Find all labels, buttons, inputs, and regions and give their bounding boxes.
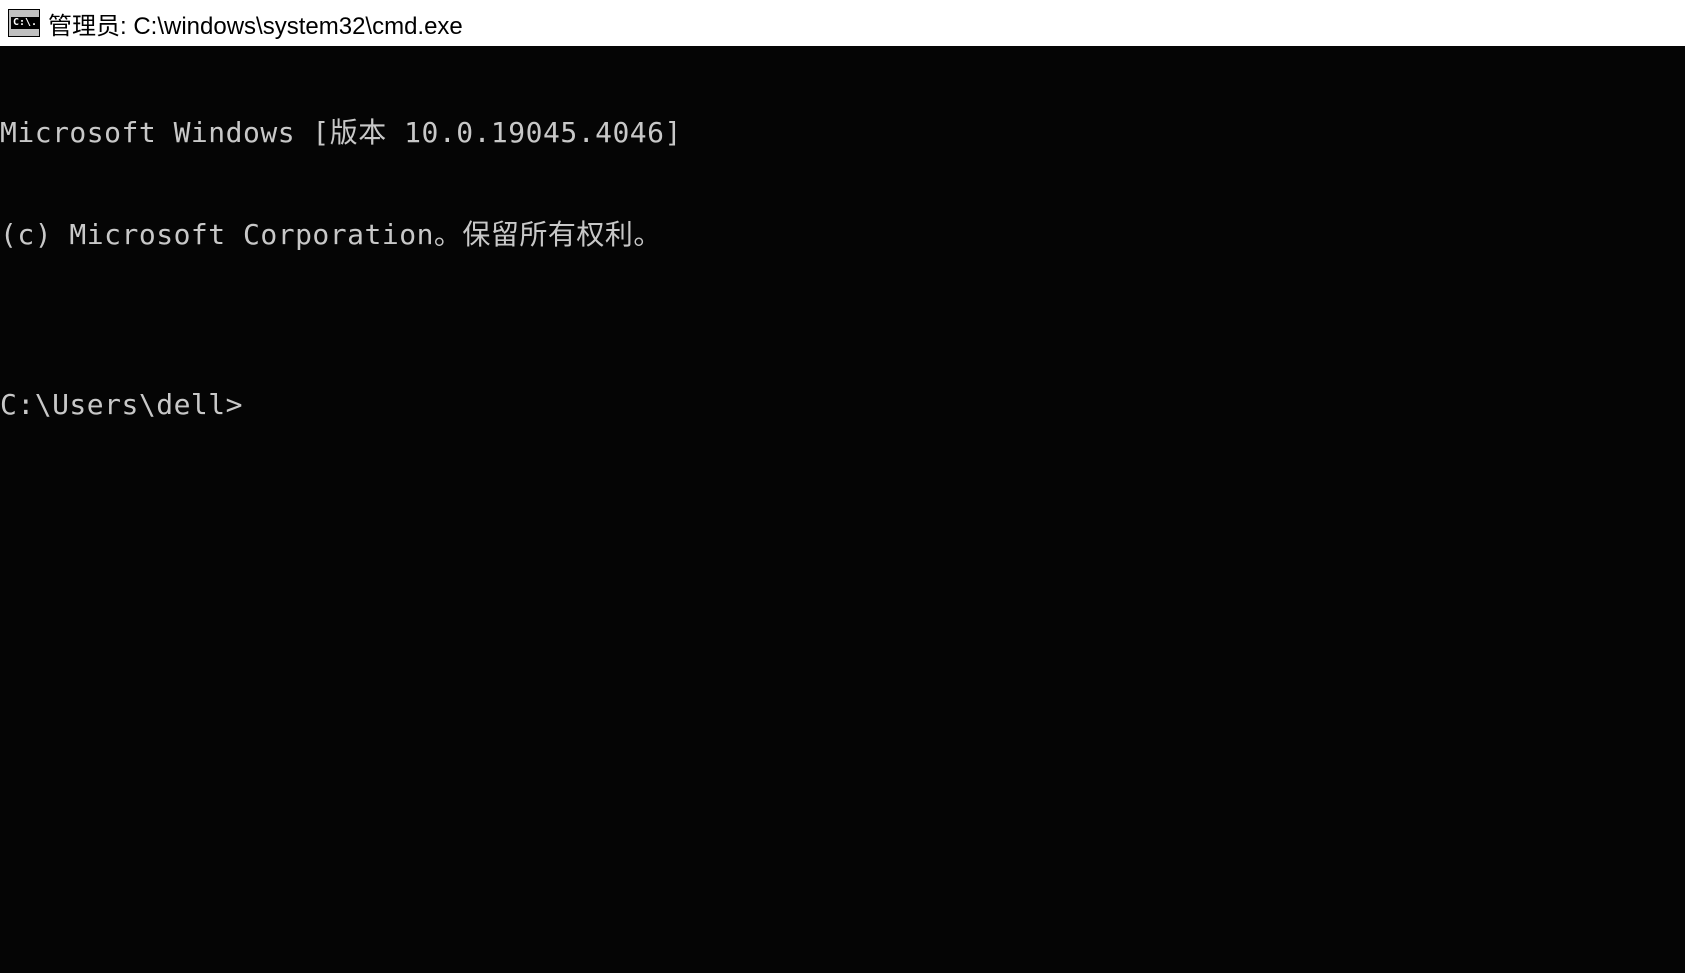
window-titlebar[interactable]: C:\. 管理员: C:\windows\system32\cmd.exe — [0, 0, 1685, 46]
cmd-icon: C:\. — [8, 9, 40, 37]
terminal-output-copyright: (c) Microsoft Corporation。保留所有权利。 — [0, 218, 1685, 252]
terminal-prompt: C:\Users\dell> — [0, 388, 243, 422]
terminal-output-version: Microsoft Windows [版本 10.0.19045.4046] — [0, 116, 1685, 150]
cmd-icon-label: C:\. — [11, 17, 39, 29]
window-title: 管理员: C:\windows\system32\cmd.exe — [48, 6, 463, 41]
terminal-area[interactable]: Microsoft Windows [版本 10.0.19045.4046] (… — [0, 46, 1685, 973]
terminal-prompt-line[interactable]: C:\Users\dell> — [0, 388, 1685, 422]
